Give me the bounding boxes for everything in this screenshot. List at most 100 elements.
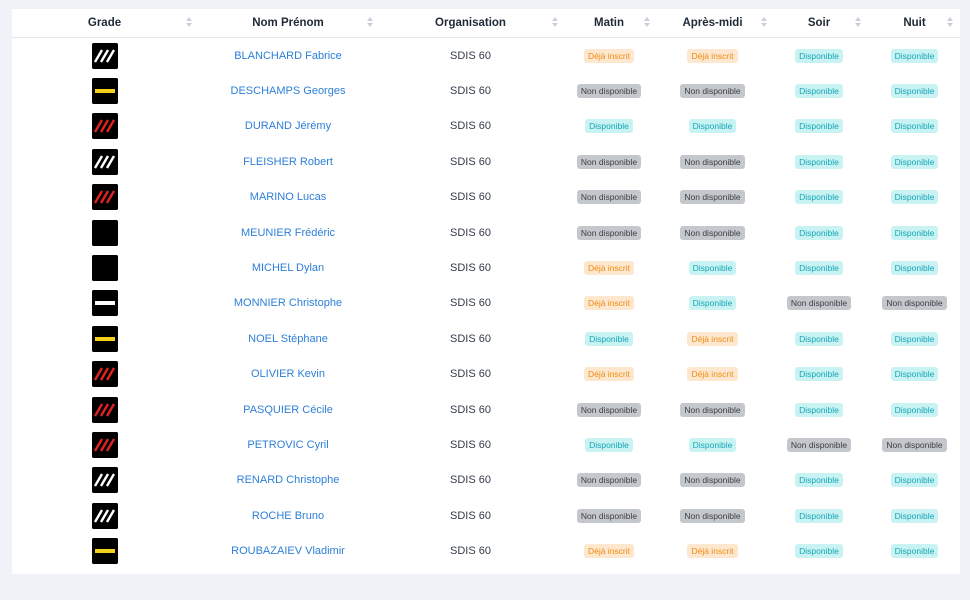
header-soir[interactable]: Soir bbox=[769, 9, 869, 37]
availability-badge[interactable]: Disponible bbox=[585, 331, 633, 346]
availability-badge[interactable]: Disponible bbox=[890, 544, 939, 559]
availability-badge[interactable]: Disponible bbox=[890, 83, 939, 98]
soir-cell: Disponible bbox=[769, 250, 869, 285]
availability-badge[interactable]: Disponible bbox=[795, 402, 843, 417]
sort-nuit-icon[interactable] bbox=[947, 16, 953, 30]
availability-badge[interactable]: Déjà inscrit bbox=[583, 544, 635, 559]
person-name-link[interactable]: FLEISHER Robert bbox=[243, 156, 333, 168]
availability-badge[interactable]: Non disponible bbox=[680, 508, 745, 523]
availability-badge[interactable]: Non disponible bbox=[576, 154, 642, 169]
availability-badge[interactable]: Disponible bbox=[795, 367, 843, 382]
matin-cell: Non disponible bbox=[562, 144, 656, 179]
availability-badge[interactable]: Non disponible bbox=[680, 83, 745, 98]
availability-badge[interactable]: Non disponible bbox=[576, 508, 642, 523]
header-matin[interactable]: Matin bbox=[562, 9, 656, 37]
availability-badge[interactable]: Disponible bbox=[890, 260, 939, 275]
availability-badge[interactable]: Non disponible bbox=[680, 473, 745, 488]
availability-badge[interactable]: Disponible bbox=[585, 437, 633, 452]
availability-badge[interactable]: Disponible bbox=[795, 260, 843, 275]
sort-matin-icon[interactable] bbox=[644, 16, 650, 30]
availability-badge[interactable]: Disponible bbox=[890, 154, 939, 169]
availability-badge[interactable]: Non disponible bbox=[882, 296, 947, 311]
matin-cell: Déjà inscrit bbox=[562, 534, 656, 569]
nuit-cell: Non disponible bbox=[869, 427, 960, 462]
availability-badge[interactable]: Disponible bbox=[688, 119, 737, 134]
sort-organisation-icon[interactable] bbox=[552, 16, 558, 30]
availability-badge[interactable]: Non disponible bbox=[882, 437, 947, 452]
availability-badge[interactable]: Disponible bbox=[795, 473, 843, 488]
availability-badge[interactable]: Non disponible bbox=[786, 296, 852, 311]
availability-badge[interactable]: Déjà inscrit bbox=[687, 48, 738, 63]
soir-cell: Disponible bbox=[769, 321, 869, 356]
person-name-link[interactable]: ROCHE Bruno bbox=[252, 510, 324, 522]
availability-badge[interactable]: Non disponible bbox=[576, 190, 642, 205]
availability-badge[interactable]: Disponible bbox=[688, 260, 737, 275]
availability-badge[interactable]: Déjà inscrit bbox=[687, 367, 738, 382]
availability-badge[interactable]: Non disponible bbox=[680, 225, 745, 240]
person-name-link[interactable]: DURAND Jérémy bbox=[245, 120, 331, 132]
availability-badge[interactable]: Déjà inscrit bbox=[583, 296, 635, 311]
person-name-link[interactable]: NOEL Stéphane bbox=[248, 333, 328, 345]
person-name-link[interactable]: PETROVIC Cyril bbox=[247, 439, 328, 451]
availability-badge[interactable]: Disponible bbox=[890, 225, 939, 240]
availability-badge[interactable]: Non disponible bbox=[680, 402, 745, 417]
availability-badge[interactable]: Non disponible bbox=[576, 83, 642, 98]
availability-badge[interactable]: Non disponible bbox=[576, 402, 642, 417]
availability-badge[interactable]: Disponible bbox=[795, 508, 843, 523]
availability-badge[interactable]: Non disponible bbox=[786, 437, 852, 452]
availability-badge[interactable]: Disponible bbox=[890, 119, 939, 134]
header-apres-midi[interactable]: Après-midi bbox=[656, 9, 769, 37]
matin-cell: Non disponible bbox=[562, 180, 656, 215]
availability-badge[interactable]: Disponible bbox=[890, 190, 939, 205]
availability-badge[interactable]: Disponible bbox=[795, 544, 843, 559]
availability-badge[interactable]: Disponible bbox=[890, 331, 939, 346]
sort-grade-icon[interactable] bbox=[186, 16, 192, 30]
apres-midi-cell: Déjà inscrit bbox=[656, 357, 769, 392]
availability-badge[interactable]: Disponible bbox=[890, 48, 939, 63]
availability-badge[interactable]: Déjà inscrit bbox=[583, 48, 635, 63]
person-name-link[interactable]: ROUBAZAIEV Vladimir bbox=[231, 545, 345, 557]
sort-name-icon[interactable] bbox=[367, 16, 373, 30]
header-grade[interactable]: Grade bbox=[12, 9, 197, 37]
header-organisation[interactable]: Organisation bbox=[379, 9, 562, 37]
person-name-link[interactable]: MONNIER Christophe bbox=[234, 297, 342, 309]
availability-badge[interactable]: Disponible bbox=[795, 331, 843, 346]
person-name-link[interactable]: MARINO Lucas bbox=[250, 191, 326, 203]
availability-badge[interactable]: Disponible bbox=[795, 83, 843, 98]
availability-badge[interactable]: Non disponible bbox=[680, 154, 745, 169]
matin-cell: Disponible bbox=[562, 321, 656, 356]
availability-badge[interactable]: Non disponible bbox=[576, 473, 642, 488]
availability-badge[interactable]: Déjà inscrit bbox=[583, 260, 635, 275]
availability-badge[interactable]: Disponible bbox=[795, 48, 843, 63]
person-name-link[interactable]: MICHEL Dylan bbox=[252, 262, 324, 274]
availability-badge[interactable]: Disponible bbox=[688, 437, 737, 452]
availability-badge[interactable]: Disponible bbox=[795, 190, 843, 205]
person-name-link[interactable]: OLIVIER Kevin bbox=[251, 368, 325, 380]
availability-badge[interactable]: Déjà inscrit bbox=[687, 331, 738, 346]
organisation-text: SDIS 60 bbox=[450, 120, 491, 133]
availability-badge[interactable]: Disponible bbox=[890, 473, 939, 488]
sort-soir-icon[interactable] bbox=[855, 16, 861, 30]
organisation-text: SDIS 60 bbox=[450, 297, 491, 310]
availability-badge[interactable]: Disponible bbox=[795, 225, 843, 240]
availability-badge[interactable]: Disponible bbox=[795, 119, 843, 134]
person-name-link[interactable]: MEUNIER Frédéric bbox=[241, 227, 335, 239]
availability-badge[interactable]: Déjà inscrit bbox=[583, 367, 635, 382]
matin-cell: Disponible bbox=[562, 109, 656, 144]
person-name-link[interactable]: BLANCHARD Fabrice bbox=[234, 50, 342, 62]
availability-badge[interactable]: Disponible bbox=[890, 508, 939, 523]
availability-badge[interactable]: Disponible bbox=[795, 154, 843, 169]
soir-cell: Disponible bbox=[769, 109, 869, 144]
person-name-link[interactable]: RENARD Christophe bbox=[237, 474, 340, 486]
availability-badge[interactable]: Disponible bbox=[890, 402, 939, 417]
availability-badge[interactable]: Déjà inscrit bbox=[687, 544, 738, 559]
person-name-link[interactable]: PASQUIER Cécile bbox=[243, 404, 333, 416]
person-name-link[interactable]: DESCHAMPS Georges bbox=[231, 85, 346, 97]
header-name[interactable]: Nom Prénom bbox=[197, 9, 379, 37]
availability-badge[interactable]: Disponible bbox=[585, 119, 633, 134]
availability-badge[interactable]: Non disponible bbox=[680, 190, 745, 205]
availability-badge[interactable]: Non disponible bbox=[576, 225, 642, 240]
availability-badge[interactable]: Disponible bbox=[688, 296, 737, 311]
availability-badge[interactable]: Disponible bbox=[890, 367, 939, 382]
sort-apres-midi-icon[interactable] bbox=[761, 16, 767, 30]
